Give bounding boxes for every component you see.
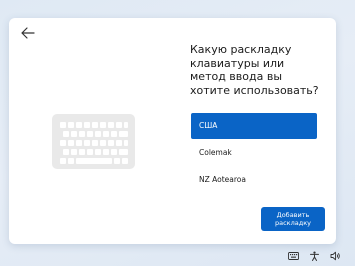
oobe-window: Какую раскладку клавиатуры или метод вво…	[9, 18, 336, 244]
add-layout-button-line1: Добавить	[276, 210, 310, 219]
volume-icon[interactable]	[330, 251, 341, 261]
layout-item-label: NZ Aotearoa	[199, 175, 246, 184]
illustration-panel	[9, 18, 181, 244]
layout-item-label: Colemak	[199, 148, 232, 157]
keyboard-illustration-icon	[52, 114, 135, 169]
layout-item-colemak[interactable]: Colemak	[191, 140, 317, 166]
page-title: Какую раскладку клавиатуры или метод вво…	[190, 43, 319, 97]
accessibility-icon[interactable]	[309, 251, 320, 261]
layout-item-nz-aotearoa[interactable]: NZ Aotearoa	[191, 167, 317, 193]
add-layout-button[interactable]: Добавить раскладку	[261, 207, 325, 231]
layout-list: США Colemak NZ Aotearoa	[191, 113, 317, 194]
keyboard-icon[interactable]	[288, 251, 299, 261]
add-layout-button-line2: раскладку	[274, 219, 311, 227]
layout-item-usa[interactable]: США	[191, 113, 317, 139]
layout-item-label: США	[199, 121, 218, 130]
system-tray	[288, 250, 341, 262]
